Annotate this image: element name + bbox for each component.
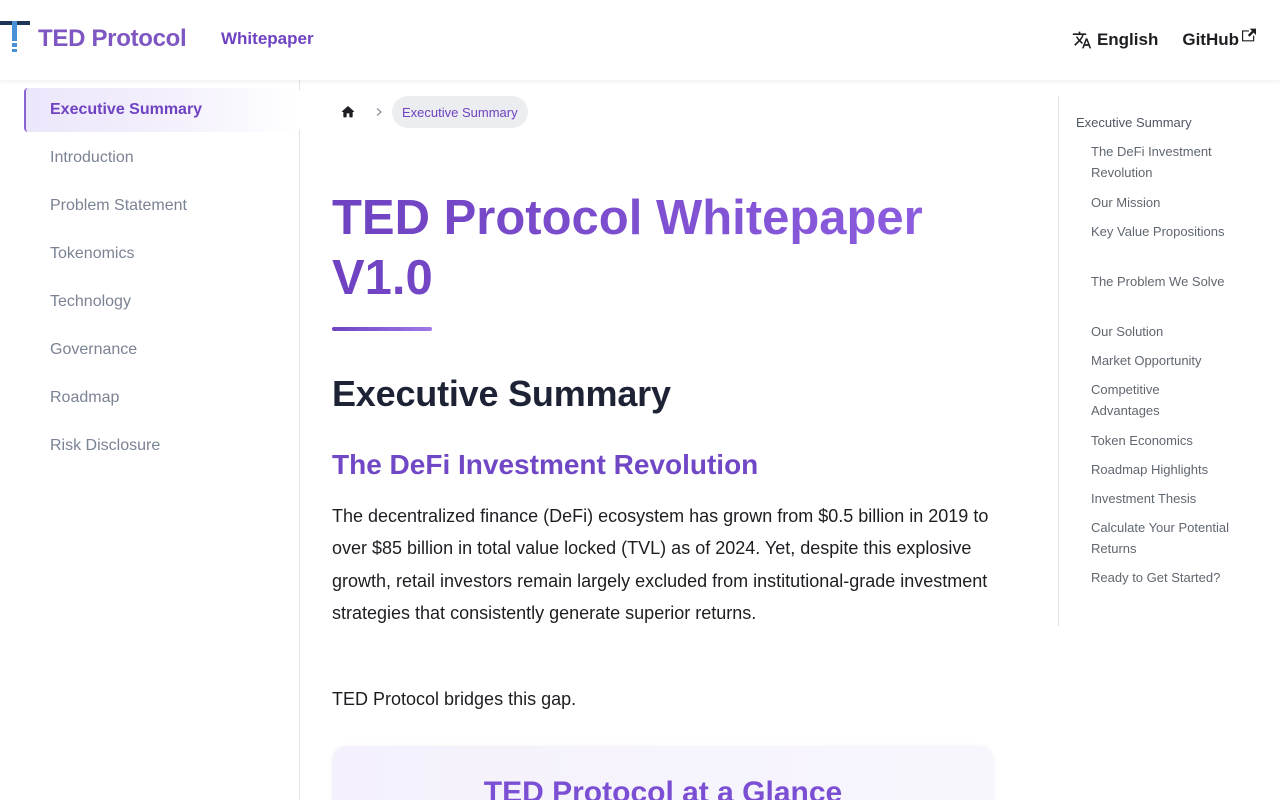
subsection-heading: The DeFi Investment Revolution: [332, 449, 759, 480]
sidebar-item-introduction[interactable]: Introduction: [24, 136, 300, 180]
toc-ready-to-get-started[interactable]: Ready to Get Started?: [1091, 567, 1231, 588]
breadcrumb-home-link[interactable]: [340, 104, 356, 120]
toc-defi-investment-revolution[interactable]: The DeFi Investment Revolution: [1091, 141, 1231, 183]
glance-card: TED Protocol at a Glance: [332, 746, 994, 800]
nav-link-whitepaper[interactable]: Whitepaper: [221, 29, 314, 49]
sidebar-item-roadmap[interactable]: Roadmap: [24, 376, 300, 420]
table-of-contents: Executive Summary The DeFi Investment Re…: [1058, 96, 1238, 626]
toc-problem-we-solve[interactable]: The Problem We Solve: [1091, 271, 1231, 292]
sidebar-item-risk-disclosure[interactable]: Risk Disclosure: [24, 424, 300, 468]
page-title: TED Protocol Whitepaper V1.0: [332, 188, 1012, 308]
toc-token-economics[interactable]: Token Economics: [1091, 430, 1231, 451]
translate-icon: [1072, 31, 1092, 49]
toc-our-solution[interactable]: Our Solution: [1091, 321, 1231, 342]
toc-our-mission[interactable]: Our Mission: [1091, 192, 1231, 213]
toc-competitive-advantages[interactable]: Competitive Advantages: [1091, 379, 1231, 421]
brand-title: TED Protocol: [38, 25, 187, 52]
section-heading: Executive Summary: [332, 373, 671, 414]
toc-market-opportunity[interactable]: Market Opportunity: [1091, 350, 1231, 371]
github-label: GitHub: [1182, 30, 1239, 49]
github-link[interactable]: GitHub: [1182, 28, 1256, 50]
top-navbar: TED Protocol Whitepaper English GitHub: [0, 0, 1280, 80]
ted-logo-icon: [0, 20, 32, 59]
glance-title: TED Protocol at a Glance: [483, 776, 843, 800]
brand-link[interactable]: TED Protocol: [0, 20, 187, 59]
toc-investment-thesis[interactable]: Investment Thesis: [1091, 488, 1231, 509]
breadcrumb: Executive Summary: [340, 96, 528, 128]
title-underline: [332, 327, 432, 331]
toc-roadmap-highlights[interactable]: Roadmap Highlights: [1091, 459, 1231, 480]
toc-key-value-propositions[interactable]: Key Value Propositions: [1091, 221, 1231, 242]
home-icon: [341, 106, 355, 118]
intro-paragraph: The decentralized finance (DeFi) ecosyst…: [332, 506, 989, 624]
docs-sidebar: Executive Summary Introduction Problem S…: [0, 80, 300, 800]
sidebar-item-executive-summary[interactable]: Executive Summary: [24, 88, 300, 132]
bridge-paragraph: TED Protocol bridges this gap.: [332, 689, 577, 709]
language-dropdown[interactable]: English: [1072, 30, 1158, 50]
chevron-right-icon: [376, 108, 382, 116]
language-label: English: [1096, 30, 1159, 49]
sidebar-item-problem-statement[interactable]: Problem Statement: [24, 184, 300, 228]
sidebar-item-governance[interactable]: Governance: [24, 328, 300, 372]
toc-executive-summary[interactable]: Executive Summary: [1076, 112, 1226, 133]
navbar-right: English GitHub: [1072, 26, 1256, 54]
external-link-icon: [1242, 28, 1256, 42]
sidebar-item-tokenomics[interactable]: Tokenomics: [24, 232, 300, 276]
toc-calculate-returns[interactable]: Calculate Your Potential Returns: [1091, 517, 1231, 559]
breadcrumb-current: Executive Summary: [392, 96, 528, 128]
sidebar-item-technology[interactable]: Technology: [24, 280, 300, 324]
